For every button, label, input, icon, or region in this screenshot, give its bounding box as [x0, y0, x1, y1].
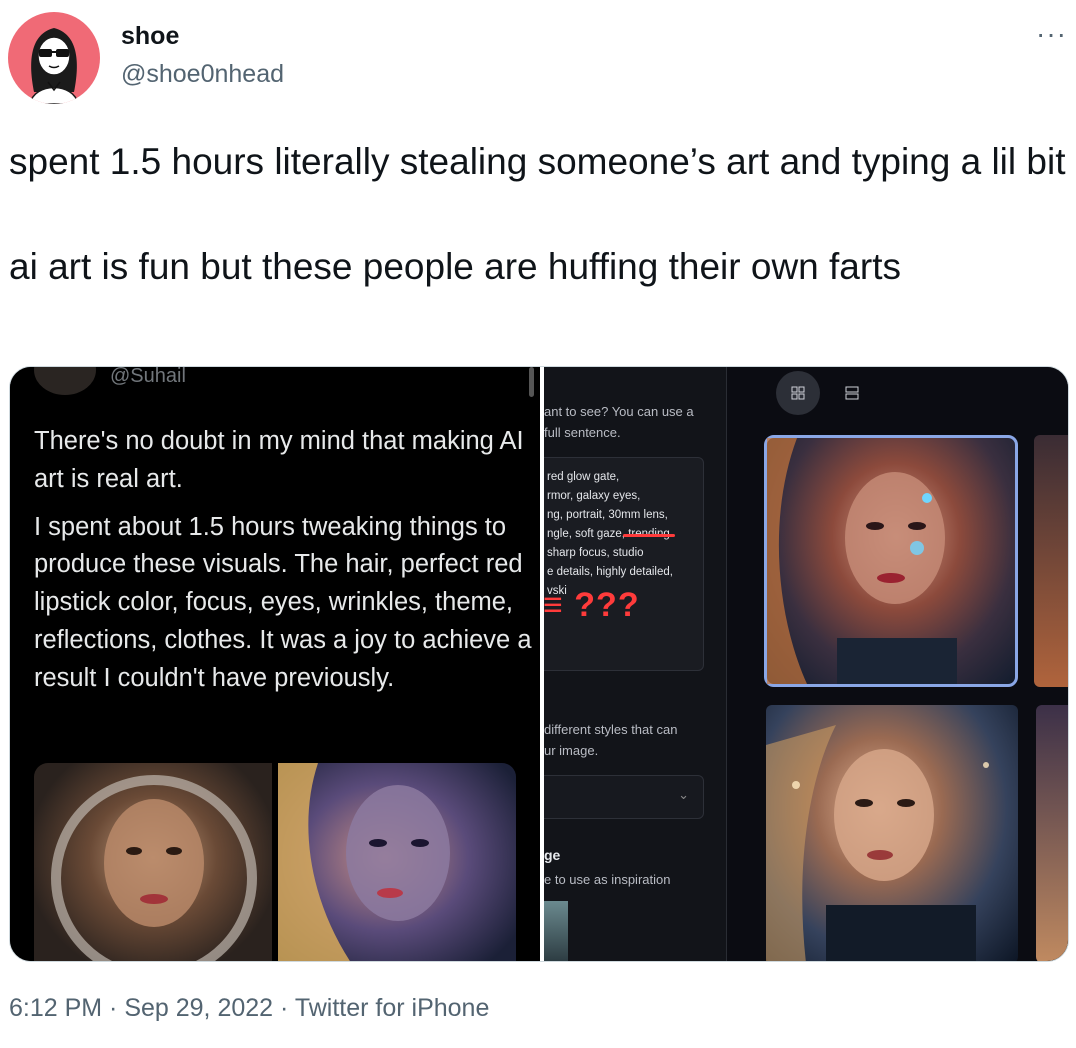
- quoted-avatar: [34, 367, 96, 395]
- generated-image[interactable]: [766, 705, 1018, 961]
- quoted-handle: @Suhail: [110, 367, 186, 387]
- prompt-line: e details, highly detailed,: [547, 566, 673, 578]
- author-name[interactable]: shoe: [121, 22, 179, 51]
- generated-image-selected[interactable]: [764, 435, 1018, 687]
- prompt-line: sharp focus, studio: [547, 547, 644, 559]
- prompt-help-line: ant to see? You can use a: [544, 404, 694, 419]
- red-question-annotation: ≡ ???: [544, 586, 640, 624]
- grid-view-icon[interactable]: [776, 371, 820, 415]
- list-view-icon[interactable]: [830, 371, 874, 415]
- tweet-paragraph: spent 1.5 hours literally stealing someo…: [9, 141, 1066, 182]
- media-image-right[interactable]: ant to see? You can use a full sentence.…: [544, 367, 1068, 961]
- red-underline: [623, 534, 675, 537]
- styles-help-line: ur image.: [544, 743, 599, 758]
- prompt-help-line: full sentence.: [544, 425, 621, 440]
- tweet-media[interactable]: @Suhail There's no doubt in my mind that…: [9, 366, 1069, 962]
- image-section-help: e to use as inspiration: [544, 872, 671, 887]
- generated-image-partial[interactable]: [1036, 705, 1068, 961]
- quoted-text: There's no doubt in my mind that making …: [34, 423, 534, 698]
- astronaut-portrait-image: [34, 763, 272, 961]
- more-horizontal-icon[interactable]: ···: [1036, 18, 1067, 50]
- quoted-paragraph: I spent about 1.5 hours tweaking things …: [34, 512, 532, 692]
- tweet-timestamp[interactable]: 6:12 PM · Sep 29, 2022 · Twitter for iPh…: [9, 994, 489, 1023]
- media-image-left[interactable]: @Suhail There's no doubt in my mind that…: [10, 367, 540, 961]
- image-section-title: ge: [544, 847, 561, 863]
- inspiration-image-thumb[interactable]: [544, 901, 568, 961]
- style-select[interactable]: ⌄: [544, 775, 704, 819]
- tweet-paragraph: ai art is fun but these people are huffi…: [9, 245, 901, 287]
- prompt-textarea[interactable]: red glow gate, rmor, galaxy eyes, ng, po…: [544, 457, 704, 671]
- generated-image-partial[interactable]: [1034, 435, 1068, 687]
- author-handle[interactable]: @shoe0nhead: [121, 60, 284, 89]
- styles-help-line: different styles that can: [544, 722, 678, 737]
- prompt-line: rmor, galaxy eyes,: [547, 490, 641, 502]
- prompt-panel: ant to see? You can use a full sentence.…: [544, 367, 727, 961]
- chevron-down-icon: ⌄: [678, 787, 689, 802]
- prompt-line: red glow gate,: [547, 471, 620, 483]
- avatar-illustration: [29, 28, 79, 104]
- tweet-text: spent 1.5 hours literally stealing someo…: [9, 136, 1069, 294]
- woman-portrait-image: [278, 763, 516, 961]
- quoted-paragraph: There's no doubt in my mind that making …: [34, 427, 524, 493]
- scrollbar: [529, 367, 534, 397]
- prompt-line: ng, portrait, 30mm lens,: [547, 509, 668, 521]
- author-avatar[interactable]: [8, 12, 100, 104]
